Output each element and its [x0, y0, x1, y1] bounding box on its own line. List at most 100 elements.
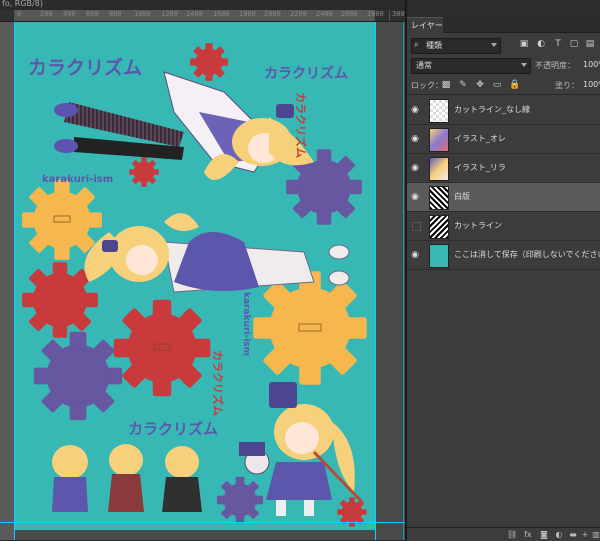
- gear-red-big: [113, 299, 211, 397]
- blend-mode-dropdown[interactable]: 通常: [411, 58, 531, 74]
- pasteboard: [0, 22, 14, 540]
- ruler-tick: 600: [83, 10, 99, 21]
- layer-thumbnail: [429, 157, 449, 181]
- ruler-tick: 200: [37, 10, 53, 21]
- ruler-tick: 1400: [183, 10, 203, 21]
- layer-thumbnail: [429, 244, 449, 268]
- ruler-tick: 2600: [338, 10, 358, 21]
- layers-panel: レイヤー ⌕ 種類 ▣ ◐ T ▢ ▤ 通常 不透明度： 100% ロック： ▩…: [407, 0, 600, 541]
- panel-header-strip: [407, 0, 600, 14]
- svg-text:カラクリズム: カラクリズム: [28, 56, 142, 79]
- layers-panel-footer: ⛓ fx ◙ ◐ ▬ + ▥: [407, 527, 600, 541]
- logo-top-left: カラクリズム: [28, 56, 142, 79]
- lock-image-pixels-icon[interactable]: ✎: [458, 80, 468, 90]
- character-top: [54, 71, 314, 180]
- ruler-tick: 400: [60, 10, 76, 21]
- adjustment-filter-icon[interactable]: ◐: [536, 39, 546, 49]
- panel-tab-bar: レイヤー: [407, 14, 600, 33]
- lock-transparent-pixels-icon[interactable]: ▩: [441, 80, 451, 90]
- blend-row: 通常 不透明度： 100%: [407, 56, 600, 74]
- ruler-tick: 2400: [313, 10, 333, 21]
- ruler-tick: 3000: [389, 10, 405, 21]
- adjustment-icon[interactable]: ◐: [554, 530, 564, 539]
- logo-vertical-right: カラクリズム: [294, 92, 308, 158]
- pixel-filter-icon[interactable]: ▣: [519, 39, 529, 49]
- logo-top-right: カラクリズム: [264, 65, 348, 82]
- filter-row: ⌕ 種類 ▣ ◐ T ▢ ▤: [407, 34, 600, 56]
- character-middle: [84, 213, 350, 293]
- svg-text:カラクリズム: カラクリズム: [294, 92, 308, 158]
- logo-bottom: カラクリズム: [128, 420, 218, 438]
- fx-icon[interactable]: fx: [523, 530, 533, 539]
- eye-icon[interactable]: ◉: [410, 163, 420, 173]
- eye-icon[interactable]: ◉: [410, 192, 420, 202]
- smart-object-filter-icon[interactable]: ▤: [585, 39, 595, 49]
- gear-purple-left: [33, 331, 123, 421]
- guide-vertical-left[interactable]: [14, 22, 15, 540]
- svg-text:カラクリズム: カラクリズム: [264, 65, 348, 82]
- lock-label: ロック：: [411, 81, 443, 90]
- gear-red-top: [190, 43, 228, 81]
- filter-kind-dropdown[interactable]: ⌕ 種類: [411, 38, 501, 54]
- ruler-tick: 1200: [158, 10, 178, 21]
- document-tab[interactable]: fo, RGB/8): [0, 0, 405, 10]
- gear-purple-bottom: [216, 476, 264, 524]
- fill-label: 塗り：: [555, 81, 579, 90]
- gear-orange-big: [253, 271, 367, 385]
- lock-all-icon[interactable]: 🔒: [509, 80, 520, 90]
- layer-row[interactable]: ◉ カットライン_なし線: [407, 96, 600, 125]
- document-title: fo, RGB/8): [2, 0, 43, 8]
- layer-row[interactable]: ◉ イラスト_オレ: [407, 125, 600, 154]
- guide-vertical-right[interactable]: [375, 22, 376, 540]
- ruler-tick: 1600: [210, 10, 230, 21]
- lock-position-icon[interactable]: ✥: [475, 80, 485, 90]
- fill-value[interactable]: 100%: [583, 80, 600, 89]
- ruler-tick: 2800: [364, 10, 384, 21]
- side-text-left: karakuri-ism: [42, 174, 113, 185]
- logo-vertical-mid: カラクリズム: [211, 350, 225, 416]
- artwork-svg: カラクリズム カラクリズム カラクリズム カラクリズム カラクリズム karak…: [22, 43, 367, 527]
- guide-vertical-edge[interactable]: [403, 22, 404, 540]
- ruler-tick: 2200: [287, 10, 307, 21]
- lock-artboard-icon[interactable]: ▭: [492, 80, 502, 90]
- side-text-vertical: karakuri-ism: [241, 292, 251, 356]
- layer-thumbnail: [429, 186, 449, 210]
- layer-row-selected[interactable]: ◉ 白版: [407, 183, 600, 212]
- opacity-value[interactable]: 100%: [583, 60, 600, 69]
- svg-text:カラクリズム: カラクリズム: [128, 420, 218, 438]
- eye-icon[interactable]: ◉: [410, 134, 420, 144]
- layer-row[interactable]: カットライン: [407, 212, 600, 241]
- chevron-down-icon: [491, 43, 497, 47]
- guide-horizontal[interactable]: [0, 522, 405, 523]
- ruler-tick: 2000: [261, 10, 281, 21]
- mask-icon[interactable]: ◙: [539, 530, 549, 539]
- layer-thumbnail: [429, 128, 449, 152]
- ruler-tick: 1000: [131, 10, 151, 21]
- layer-thumbnail: [429, 215, 449, 239]
- layer-row[interactable]: ◉ ここは消して保存（印刷しないでください）: [407, 241, 600, 270]
- svg-text:カラクリズム: カラクリズム: [211, 350, 225, 416]
- layer-row[interactable]: ◉ イラスト_リラ: [407, 154, 600, 183]
- eye-hidden-icon[interactable]: [412, 222, 421, 231]
- chevron-down-icon: [521, 63, 527, 67]
- ruler-tick: 800: [106, 10, 122, 21]
- horizontal-ruler: 0 200 400 600 800 1000 1200 1400 1600 18…: [0, 10, 405, 22]
- new-layer-icon[interactable]: +: [580, 530, 590, 539]
- gear-red-small: [129, 157, 159, 187]
- lock-row: ロック： ▩ ✎ ✥ ▭ 🔒 塗り： 100%: [407, 76, 600, 95]
- link-icon[interactable]: ⛓: [507, 530, 517, 539]
- folder-icon[interactable]: ▬: [568, 530, 578, 539]
- eye-icon[interactable]: ◉: [410, 250, 420, 260]
- artboard[interactable]: カラクリズム カラクリズム カラクリズム カラクリズム カラクリズム karak…: [14, 22, 375, 530]
- trash-icon[interactable]: ▥: [591, 530, 600, 539]
- ruler-tick: 1800: [236, 10, 256, 21]
- opacity-label: 不透明度：: [535, 61, 575, 70]
- ruler-tick: 0: [14, 10, 21, 21]
- gear-orange-left: [22, 180, 102, 260]
- tab-layers[interactable]: レイヤー: [407, 17, 443, 33]
- eye-icon[interactable]: ◉: [410, 105, 420, 115]
- chibi-characters: [52, 444, 202, 512]
- type-filter-icon[interactable]: T: [553, 39, 563, 49]
- layer-thumbnail: [429, 99, 449, 123]
- shape-filter-icon[interactable]: ▢: [569, 39, 579, 49]
